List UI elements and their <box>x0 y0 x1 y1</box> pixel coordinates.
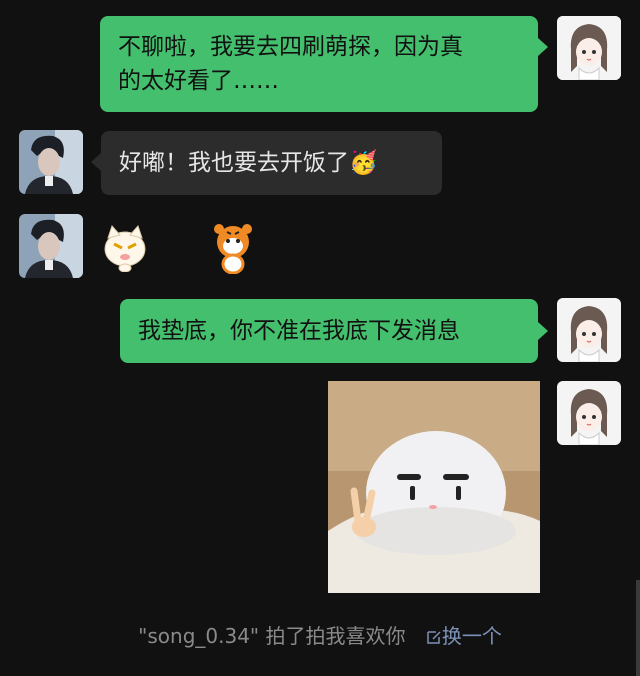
message-text: 我垫底，你不准在我底下发消息 <box>138 318 460 344</box>
pat-text: "song_0.34" 拍了拍我喜欢你 <box>138 624 406 648</box>
avatar-other[interactable] <box>19 214 83 278</box>
message-text: 的太好看了…… <box>118 68 279 94</box>
avatar-other[interactable] <box>19 130 83 194</box>
tiger-sticker[interactable] <box>207 222 259 278</box>
male-portrait-avatar-icon <box>19 130 83 194</box>
change-pat-label: 换一个 <box>441 624 502 648</box>
pat-notification: "song_0.34" 拍了拍我喜欢你 换一个 <box>0 620 640 649</box>
edit-icon <box>427 631 441 644</box>
scrollbar[interactable] <box>636 580 640 676</box>
message-bubble-self[interactable]: 不聊啦，我要去四刷萌探，因为真 的太好看了…… <box>100 16 538 112</box>
bubble-tail <box>538 322 548 340</box>
cat-sticker-icon <box>104 225 146 273</box>
male-portrait-avatar-icon <box>19 214 83 278</box>
change-pat-link[interactable]: 换一个 <box>426 624 502 648</box>
message-text: 好嘟！我也要去开饭了 <box>119 150 349 176</box>
tiger-sticker-icon <box>214 224 252 275</box>
message-text: 不聊啦，我要去四刷萌探，因为真 <box>118 34 463 60</box>
party-face-emoji: 🥳 <box>349 150 378 176</box>
anime-girl-avatar-icon <box>557 298 621 362</box>
anime-girl-avatar-icon <box>557 16 621 80</box>
plush-dumpling-photo[interactable] <box>328 381 540 593</box>
bubble-tail <box>91 153 101 171</box>
bubble-tail <box>538 38 548 56</box>
avatar-self[interactable] <box>557 381 621 445</box>
plush-photo-image <box>328 381 540 593</box>
avatar-self[interactable] <box>557 298 621 362</box>
message-bubble-self[interactable]: 我垫底，你不准在我底下发消息 <box>120 299 538 363</box>
message-bubble-other[interactable]: 好嘟！我也要去开饭了🥳 <box>101 131 442 195</box>
cat-sticker[interactable] <box>100 222 150 276</box>
avatar-self[interactable] <box>557 16 621 80</box>
anime-girl-avatar-icon <box>557 381 621 445</box>
